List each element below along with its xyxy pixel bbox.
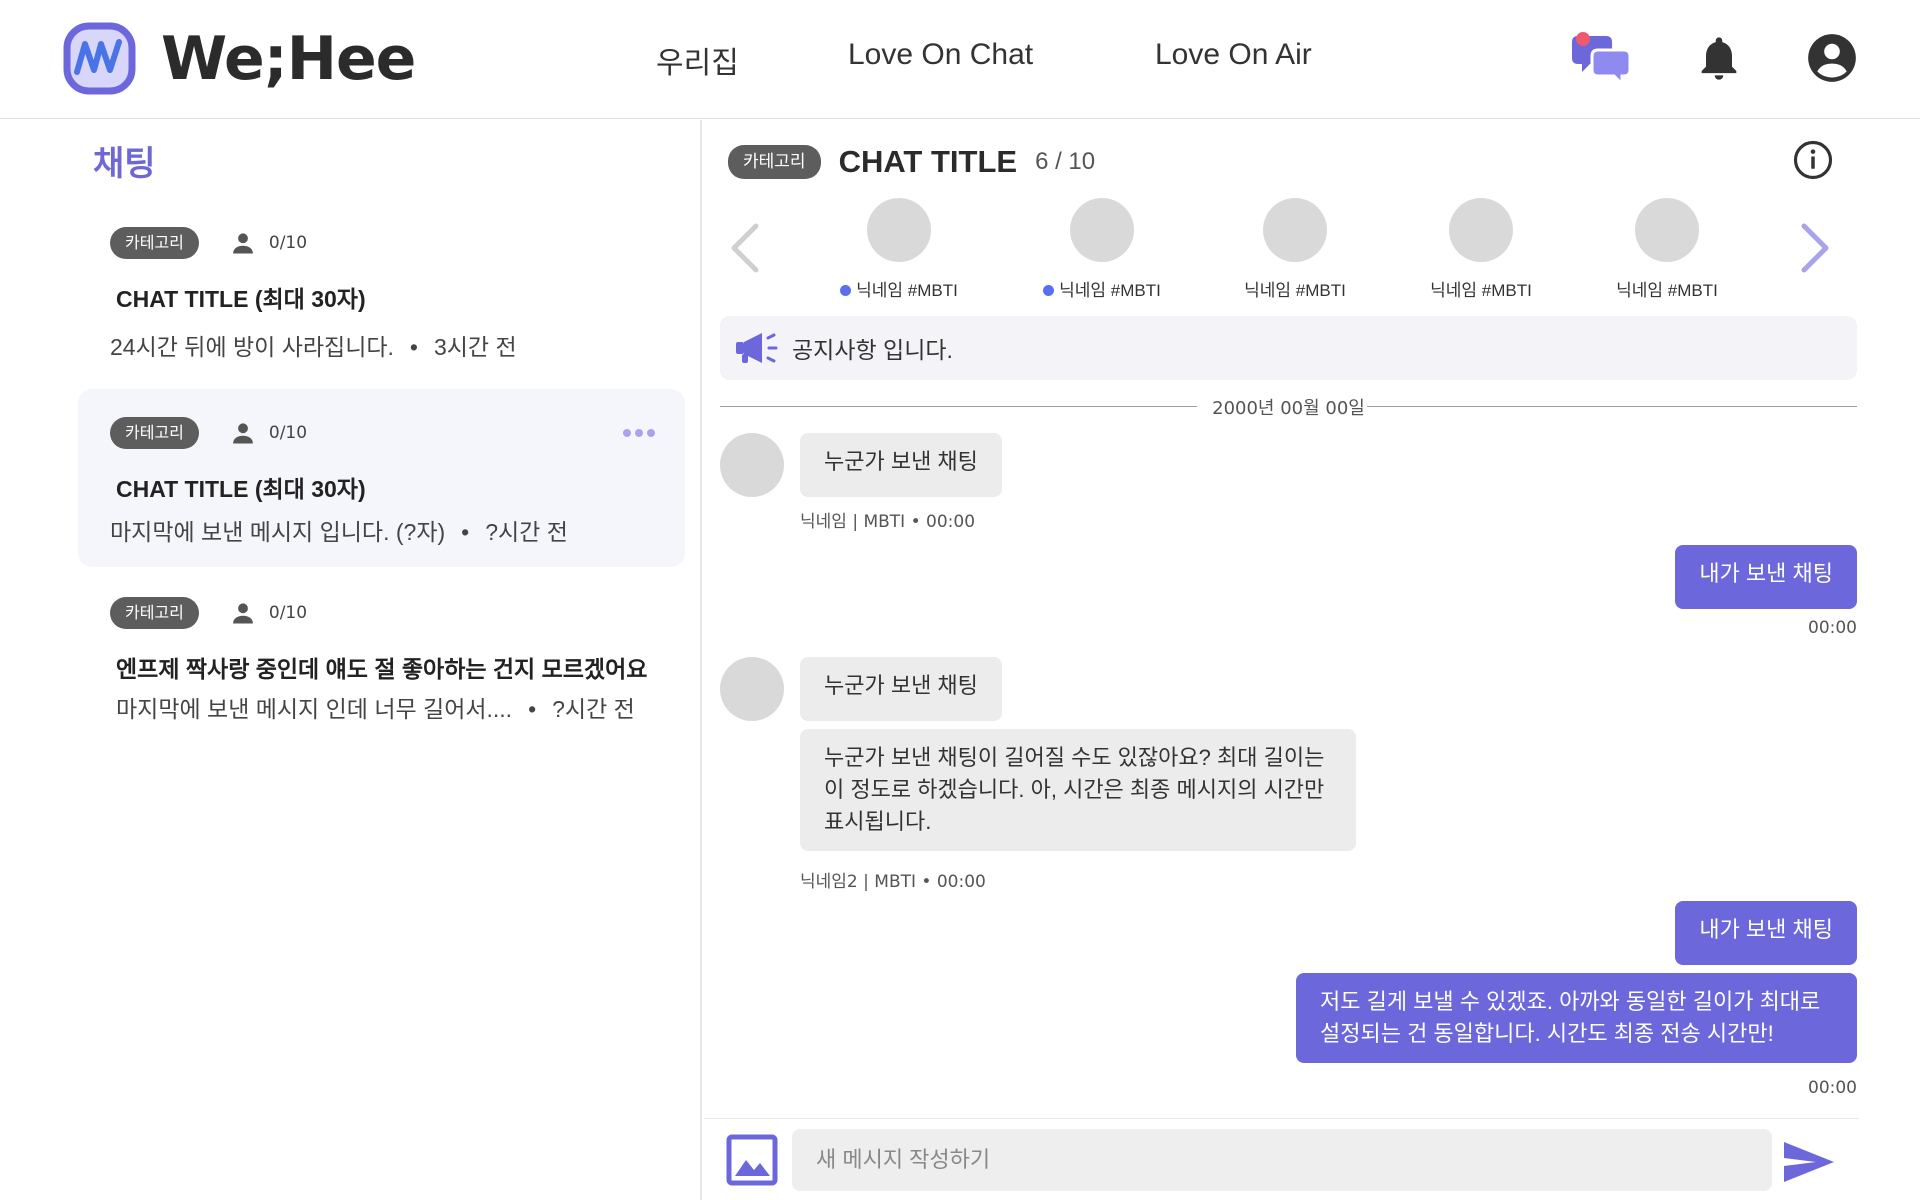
member-name: 닉네임 #MBTI	[1244, 281, 1346, 300]
incoming-message: 누군가 보낸 채팅	[800, 657, 1002, 721]
member-avatar[interactable]: 닉네임 #MBTI	[1587, 198, 1747, 301]
room-last-message: 마지막에 보낸 메시지 입니다. (?자)	[110, 519, 446, 545]
person-icon	[232, 233, 253, 254]
chat-member-count: 6 / 10	[1035, 148, 1096, 175]
chevron-left-icon[interactable]	[726, 222, 762, 274]
category-chip: 카테고리	[110, 597, 199, 629]
count-text: 0/10	[268, 233, 308, 253]
date-separator: 2000년 00월 00일	[720, 392, 1857, 422]
room-title: CHAT TITLE (최대 30자)	[116, 476, 366, 502]
room-title: CHAT TITLE (최대 30자)	[116, 286, 366, 312]
top-header: We;Hee 우리집 Love On Chat Love On Air	[0, 0, 1920, 119]
incoming-message: 누군가 보낸 채팅	[800, 433, 1002, 497]
chat-list-panel: 채팅 카테고리 0/10 CHAT TITLE (최대 30자) 24시간 뒤에…	[0, 120, 702, 1200]
online-indicator	[1043, 285, 1055, 296]
outgoing-message: 내가 보낸 채팅	[1675, 901, 1857, 965]
sender-avatar[interactable]	[720, 433, 784, 497]
member-name: 닉네임 #MBTI	[856, 281, 958, 300]
divider-line	[1367, 406, 1857, 407]
nav-love-on-air[interactable]: Love On Air	[1155, 38, 1312, 72]
category-chip: 카테고리	[110, 227, 199, 259]
room-subtitle: 마지막에 보낸 메시지 인데 너무 길어서.... • ?시간 전	[116, 690, 635, 724]
chat-category-chip: 카테고리	[728, 145, 821, 179]
member-avatar[interactable]: 닉네임 #MBTI	[819, 198, 979, 301]
chat-bubbles-icon[interactable]	[1572, 30, 1632, 86]
avatar	[1070, 198, 1134, 262]
room-last-message: 마지막에 보낸 메시지 인데 너무 길어서....	[116, 696, 513, 722]
room-subtitle: 24시간 뒤에 방이 사라집니다. • 3시간 전	[110, 328, 517, 362]
chat-list-title: 채팅	[93, 144, 156, 184]
avatar	[1263, 198, 1327, 262]
message-meta: 닉네임2 | MBTI • 00:00	[800, 872, 986, 892]
separator-dot: •	[461, 519, 470, 545]
count-text: 0/10	[268, 603, 308, 623]
room-title: 엔프제 짝사랑 중인데 얘도 절 좋아하는 건지 모르겠어요	[116, 656, 648, 682]
room-meta: 카테고리 0/10	[110, 226, 307, 260]
user-account-icon[interactable]	[1806, 32, 1858, 84]
incoming-message-long: 누군가 보낸 채팅이 길어질 수도 있잖아요? 최대 길이는 이 정도로 하겠습…	[800, 729, 1356, 851]
megaphone-icon	[736, 333, 778, 363]
message-input[interactable]	[792, 1129, 1772, 1191]
member-avatar[interactable]: 닉네임 #MBTI	[1215, 198, 1375, 301]
chat-room-item[interactable]: 카테고리 0/10 CHAT TITLE (최대 30자) 24시간 뒤에 방이…	[78, 224, 685, 374]
room-meta: 카테고리 0/10	[110, 596, 307, 630]
person-icon	[232, 423, 253, 444]
member-avatar[interactable]: 닉네임 #MBTI	[1401, 198, 1561, 301]
date-label: 2000년 00월 00일	[1212, 398, 1365, 419]
message-time: 00:00	[1808, 618, 1857, 638]
bell-icon[interactable]	[1693, 32, 1745, 84]
outgoing-message-long: 저도 길게 보낼 수 있겠죠. 아까와 동일한 길이가 최대로 설정되는 건 동…	[1296, 973, 1857, 1063]
room-meta: 카테고리 0/10	[110, 416, 307, 450]
sender-avatar[interactable]	[720, 657, 784, 721]
online-indicator	[840, 285, 852, 296]
message-meta: 닉네임 | MBTI • 00:00	[800, 512, 976, 532]
image-upload-icon[interactable]	[726, 1134, 778, 1186]
notice-text: 공지사항 입니다.	[792, 337, 953, 363]
main-nav: 우리집 Love On Chat Love On Air	[0, 38, 1920, 80]
category-chip: 카테고리	[110, 417, 199, 449]
chevron-right-icon[interactable]	[1798, 222, 1834, 274]
chat-room-panel: 카테고리 CHAT TITLE 6 / 10 닉네임 #MBTI 닉네임 #MB…	[704, 120, 1920, 1200]
room-last-message: 24시간 뒤에 방이 사라집니다.	[110, 334, 394, 360]
notice-banner[interactable]: 공지사항 입니다.	[720, 316, 1857, 380]
room-time: ?시간 전	[552, 696, 635, 722]
room-subtitle: 마지막에 보낸 메시지 입니다. (?자) • ?시간 전	[110, 513, 568, 547]
chat-room-item-active[interactable]: 카테고리 0/10 CHAT TITLE (최대 30자) 마지막에 보낸 메시…	[78, 389, 685, 567]
avatar	[1449, 198, 1513, 262]
member-carousel: 닉네임 #MBTI 닉네임 #MBTI 닉네임 #MBTI 닉네임 #MBTI …	[704, 198, 1920, 308]
message-time: 00:00	[1808, 1078, 1857, 1098]
separator-dot: •	[528, 696, 537, 722]
member-name: 닉네임 #MBTI	[1616, 281, 1718, 300]
member-name: 닉네임 #MBTI	[1430, 281, 1532, 300]
nav-home[interactable]: 우리집	[656, 38, 739, 82]
more-options-icon[interactable]	[623, 429, 655, 437]
count-text: 0/10	[268, 423, 308, 443]
chat-header: 카테고리 CHAT TITLE 6 / 10	[728, 142, 1095, 182]
person-icon	[232, 603, 253, 624]
send-icon[interactable]	[1782, 1139, 1836, 1185]
chat-room-item[interactable]: 카테고리 0/10 엔프제 짝사랑 중인데 얘도 절 좋아하는 건지 모르겠어요…	[78, 594, 685, 744]
participant-count: 0/10	[229, 599, 307, 627]
member-name: 닉네임 #MBTI	[1059, 281, 1161, 300]
room-time: 3시간 전	[433, 334, 517, 360]
nav-love-on-chat[interactable]: Love On Chat	[848, 38, 1033, 72]
avatar	[1635, 198, 1699, 262]
chat-title: CHAT TITLE	[838, 144, 1018, 179]
member-avatar[interactable]: 닉네임 #MBTI	[1022, 198, 1182, 301]
room-time: ?시간 전	[485, 519, 568, 545]
participant-count: 0/10	[229, 419, 307, 447]
info-icon[interactable]	[1792, 139, 1834, 181]
avatar	[867, 198, 931, 262]
message-composer	[704, 1118, 1858, 1200]
outgoing-message: 내가 보낸 채팅	[1675, 545, 1857, 609]
participant-count: 0/10	[229, 229, 307, 257]
separator-dot: •	[409, 334, 418, 360]
